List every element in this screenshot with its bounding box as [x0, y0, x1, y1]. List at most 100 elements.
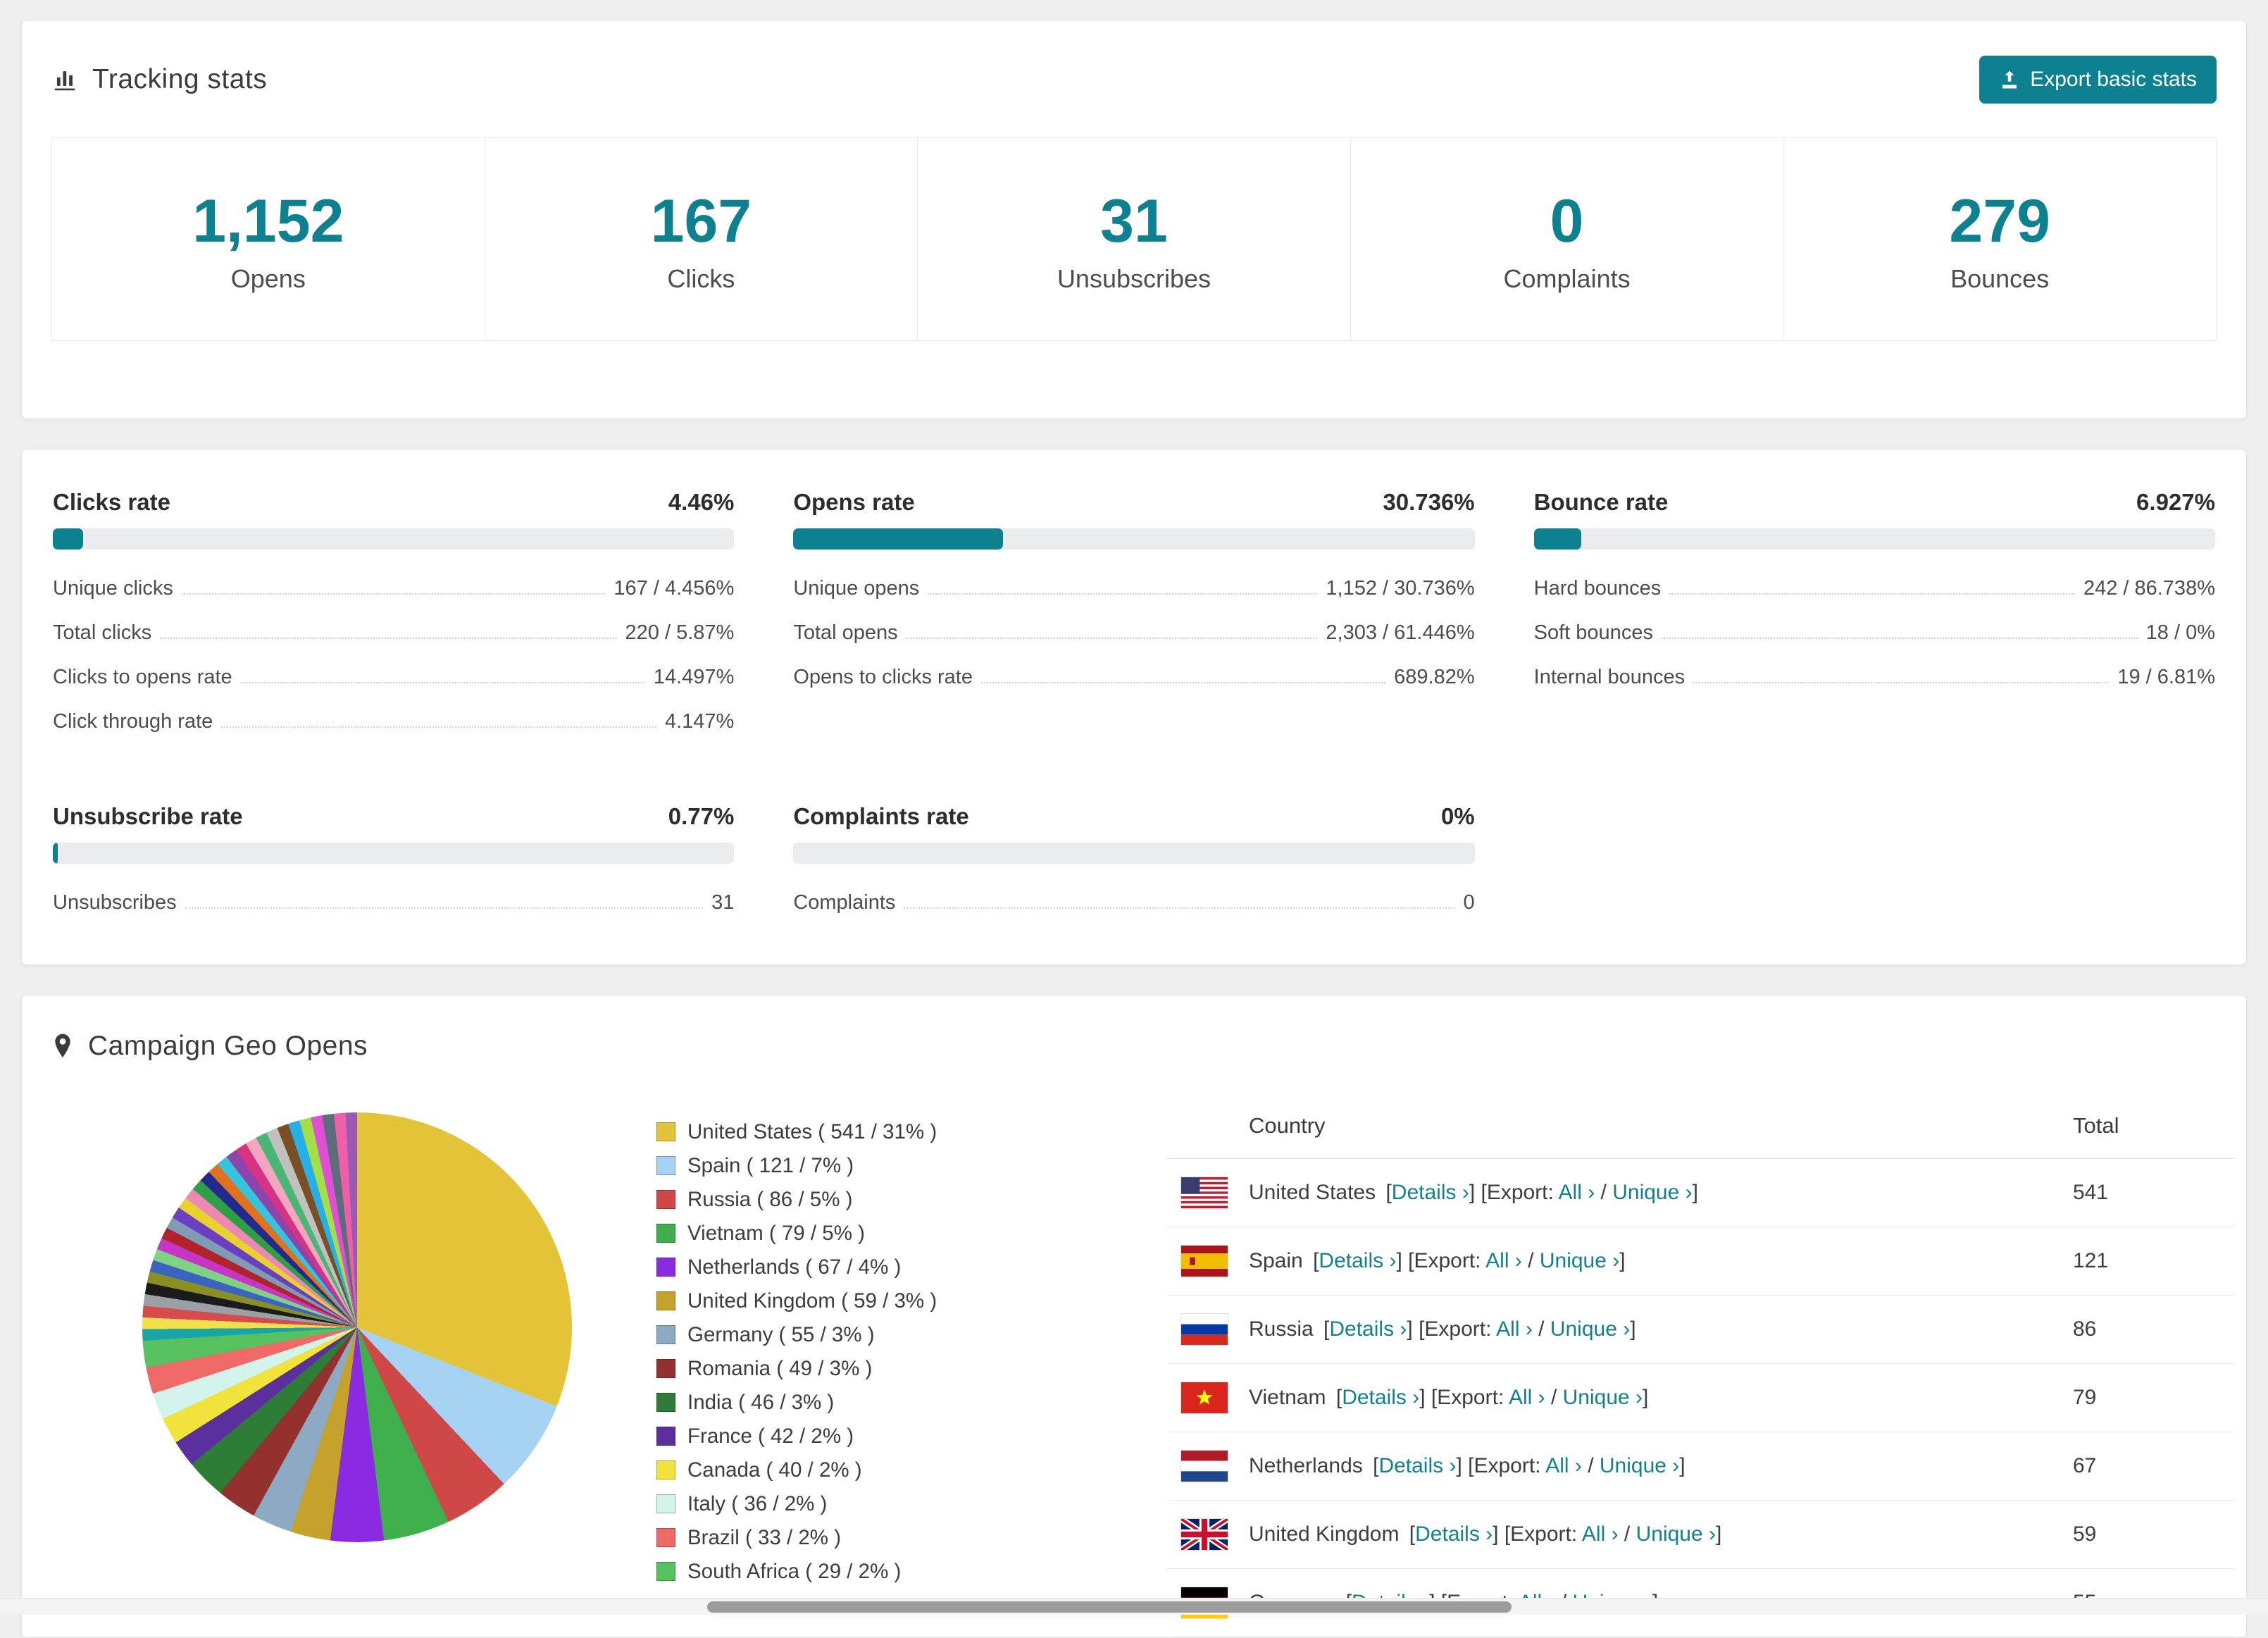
stat-line-opens-to-clicks-rate: Opens to clicks rate 689.82% — [793, 655, 1474, 700]
country-name: Vietnam — [1249, 1385, 1326, 1409]
export-unique-link[interactable]: Unique › — [1550, 1317, 1630, 1341]
stat-line-unique-opens: Unique opens 1,152 / 30.736% — [793, 566, 1474, 611]
export-all-link[interactable]: All › — [1496, 1317, 1533, 1341]
horizontal-scrollbar-track[interactable] — [0, 1598, 2268, 1615]
stat-label: Bounces — [1950, 263, 2050, 293]
stat-line-value: 14.497% — [653, 665, 735, 688]
flag-ru-icon — [1181, 1313, 1228, 1345]
legend-swatch — [656, 1359, 675, 1379]
country-cell: Vietnam [Details ›] [Export: All › / Uni… — [1249, 1385, 1649, 1409]
rate-head: Bounce rate 6.927% — [1534, 489, 2215, 516]
rate-block-bounce-rate: Bounce rate 6.927% Hard bounces 242 / 86.73… — [1533, 489, 2215, 744]
total-column-header: Total — [2073, 1113, 2119, 1138]
rate-value: 0% — [1440, 802, 1475, 829]
legend-label: United States ( 541 / 31% ) — [687, 1119, 937, 1143]
export-basic-stats-button[interactable]: Export basic stats — [1979, 56, 2217, 104]
details-link[interactable]: Details › — [1342, 1386, 1419, 1409]
stat-line-label: Unsubscribes — [53, 891, 177, 914]
stat-line-label: Clicks to opens rate — [53, 665, 232, 688]
country-name: United States — [1249, 1180, 1376, 1204]
stat-line-complaints: Complaints 0 — [793, 881, 1474, 925]
legend-label: Netherlands ( 67 / 4% ) — [687, 1255, 902, 1279]
export-unique-link[interactable]: Unique › — [1612, 1181, 1692, 1204]
legend-item-south-africa: South Africa ( 29 / 2% ) — [656, 1555, 980, 1589]
stat-line-hard-bounces: Hard bounces 242 / 86.738% — [1534, 566, 2215, 611]
dotted-leader — [928, 592, 1318, 595]
export-all-link[interactable]: All › — [1509, 1386, 1545, 1409]
flag-gb-icon — [1181, 1518, 1228, 1550]
tracking-stats-header: Tracking stats Export basic stats — [22, 20, 2246, 132]
flag-vn-icon — [1181, 1382, 1228, 1413]
rate-block-unsubscribe-rate: Unsubscribe rate 0.77% Unsubscribes 31 — [53, 803, 735, 925]
stat-box-opens: 1,152 Opens — [52, 138, 485, 340]
tracking-stats-title: Tracking stats — [92, 64, 268, 94]
export-unique-link[interactable]: Unique › — [1540, 1249, 1619, 1272]
stat-line-total-opens: Total opens 2,303 / 61.446% — [793, 611, 1474, 655]
details-link[interactable]: Details › — [1378, 1454, 1456, 1477]
stat-line-unsubscribes: Unsubscribes 31 — [53, 881, 734, 925]
rate-title: Complaints rate — [793, 802, 969, 829]
legend-swatch — [656, 1224, 675, 1243]
tracking-stats-page: Tracking stats Export basic stats 1,152 O… — [0, 0, 2268, 1638]
stat-line-value: 18 / 0% — [2145, 621, 2215, 644]
pie-chart-area — [50, 1094, 572, 1570]
flag-us-icon — [1181, 1177, 1228, 1208]
legend-label: India ( 46 / 3% ) — [687, 1390, 835, 1414]
rate-head: Opens rate 30.736% — [793, 489, 1474, 516]
dotted-leader — [240, 681, 645, 683]
tracking-stats-card: Tracking stats Export basic stats 1,152 O… — [21, 20, 2247, 419]
dotted-leader — [906, 637, 1318, 639]
export-all-link[interactable]: All › — [1485, 1249, 1522, 1272]
stat-line-click-through-rate: Click through rate 4.147% — [53, 700, 734, 744]
stat-line-label: Soft bounces — [1533, 621, 1653, 644]
details-link[interactable]: Details › — [1415, 1522, 1493, 1546]
export-unique-link[interactable]: Unique › — [1636, 1522, 1716, 1546]
legend-item-canada: Canada ( 40 / 2% ) — [656, 1453, 980, 1487]
export-all-link[interactable]: All › — [1582, 1522, 1619, 1546]
country-cell: United Kingdom [Details ›] [Export: All … — [1249, 1522, 1722, 1546]
country-total: 67 — [2073, 1453, 2097, 1477]
export-unique-link[interactable]: Unique › — [1600, 1454, 1679, 1477]
country-total: 59 — [2073, 1522, 2097, 1546]
export-all-link[interactable]: All › — [1545, 1454, 1582, 1477]
country-column-header: Country — [1249, 1113, 1326, 1138]
details-link[interactable]: Details › — [1392, 1181, 1469, 1204]
geo-opens-title: Campaign Geo Opens — [88, 1030, 368, 1061]
details-link[interactable]: Details › — [1329, 1317, 1407, 1341]
country-total: 121 — [2073, 1248, 2109, 1272]
stat-line-value: 689.82% — [1394, 665, 1475, 688]
stat-box-clicks: 167 Clicks — [485, 138, 918, 340]
country-cell: Spain [Details ›] [Export: All › / Uniqu… — [1249, 1248, 1626, 1272]
details-link[interactable]: Details › — [1319, 1249, 1396, 1272]
legend-swatch — [656, 1190, 675, 1210]
country-total: 79 — [2073, 1385, 2097, 1409]
legend-swatch — [656, 1156, 675, 1176]
export-unique-link[interactable]: Unique › — [1563, 1386, 1643, 1409]
legend-label: Romania ( 49 / 3% ) — [687, 1356, 873, 1380]
export-button-label: Export basic stats — [2030, 68, 2197, 91]
country-name: United Kingdom — [1249, 1522, 1400, 1546]
rates-card: Clicks rate 4.46% Unique clicks 167 / 4.456… — [21, 448, 2247, 965]
stat-value: 0 — [1550, 187, 1584, 255]
rate-head: Complaints rate 0% — [793, 803, 1474, 830]
export-all-link[interactable]: All › — [1559, 1181, 1595, 1204]
geo-table-row-united-kingdom: United Kingdom [Details ›] [Export: All … — [1167, 1501, 2235, 1569]
stat-line-value: 4.147% — [664, 709, 735, 733]
rate-block-opens-rate: Opens rate 30.736% Unique opens 1,152 / 30.… — [793, 489, 1475, 744]
dotted-leader — [1669, 592, 2075, 595]
progress-bar-fill — [53, 842, 58, 864]
rates-grid: Clicks rate 4.46% Unique clicks 167 / 4.456… — [53, 489, 2215, 925]
dotted-leader — [185, 907, 704, 909]
stat-line-clicks-to-opens-rate: Clicks to opens rate 14.497% — [53, 655, 734, 700]
legend-label: Brazil ( 33 / 2% ) — [687, 1525, 842, 1549]
stat-line-value: 0 — [1463, 891, 1475, 914]
legend-label: Vietnam ( 79 / 5% ) — [687, 1221, 865, 1245]
country-cell: Netherlands [Details ›] [Export: All › /… — [1249, 1453, 1686, 1477]
country-name: Netherlands — [1249, 1453, 1363, 1477]
legend-swatch — [656, 1562, 675, 1582]
geo-table-row-russia: Russia [Details ›] [Export: All › / Uniq… — [1167, 1296, 2235, 1364]
rate-rows: Unique opens 1,152 / 30.736% Total opens 2,… — [793, 566, 1474, 700]
horizontal-scrollbar-thumb[interactable] — [707, 1601, 1512, 1613]
stat-line-label: Hard bounces — [1533, 576, 1662, 600]
stat-value: 279 — [1949, 187, 2050, 255]
